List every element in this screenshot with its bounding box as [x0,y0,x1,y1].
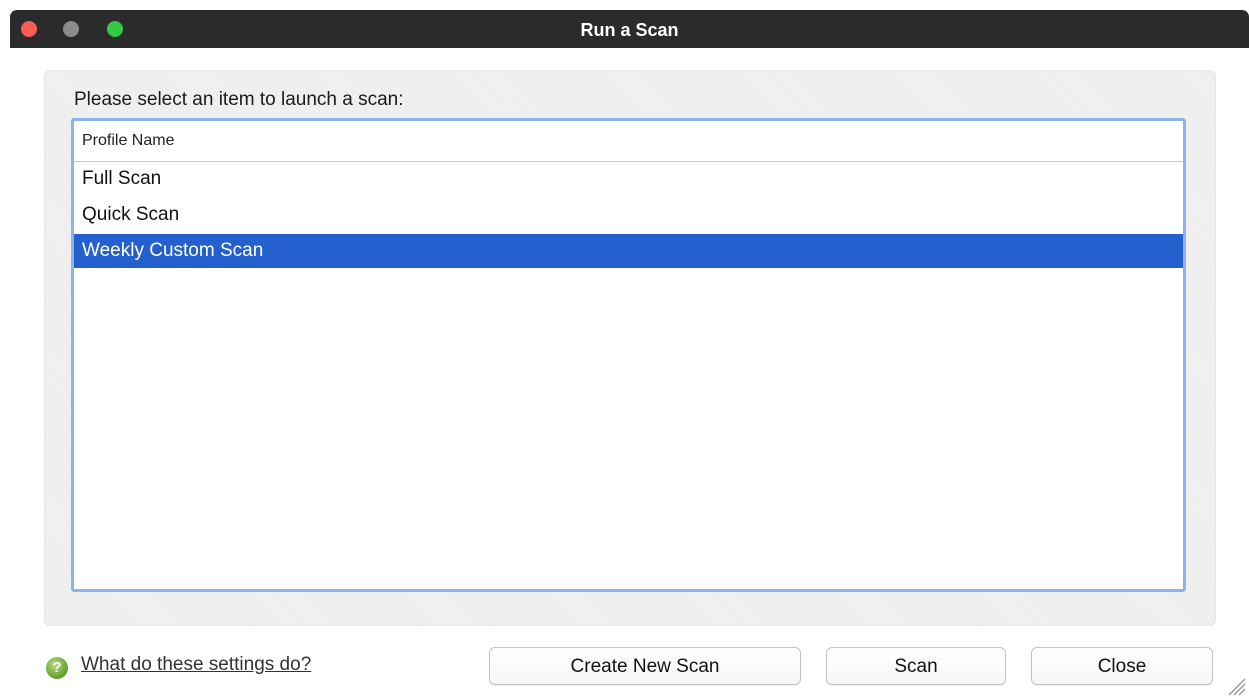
help-settings-link[interactable]: What do these settings do? [81,654,311,676]
run-scan-window: Run a Scan Please select an item to laun… [10,10,1249,699]
list-item-quick-scan[interactable]: Quick Scan [74,198,1183,232]
profile-name-header: Profile Name [82,132,175,149]
scan-selection-panel: Please select an item to launch a scan: … [44,70,1216,626]
create-new-scan-button[interactable]: Create New Scan [489,647,801,685]
help-question-icon[interactable]: ? [46,657,68,679]
select-prompt: Please select an item to launch a scan: [74,89,404,110]
window-title: Run a Scan [580,20,679,40]
list-item-weekly-custom-scan[interactable]: Weekly Custom Scan [74,234,1183,268]
scan-button[interactable]: Scan [826,647,1006,685]
resize-grip-icon[interactable] [1223,673,1247,697]
close-button[interactable]: Close [1031,647,1213,685]
list-column-header[interactable]: Profile Name [74,121,1183,162]
list-item-full-scan[interactable]: Full Scan [74,162,1183,196]
list-item-label: Full Scan [82,168,162,189]
title-bar[interactable]: Run a Scan [10,10,1249,48]
list-item-label: Quick Scan [82,204,180,225]
list-item-label: Weekly Custom Scan [82,240,264,261]
dialog-content: Please select an item to launch a scan: … [10,48,1249,699]
scan-profile-list[interactable]: Profile Name Full Scan Quick Scan Weekly… [71,118,1186,592]
